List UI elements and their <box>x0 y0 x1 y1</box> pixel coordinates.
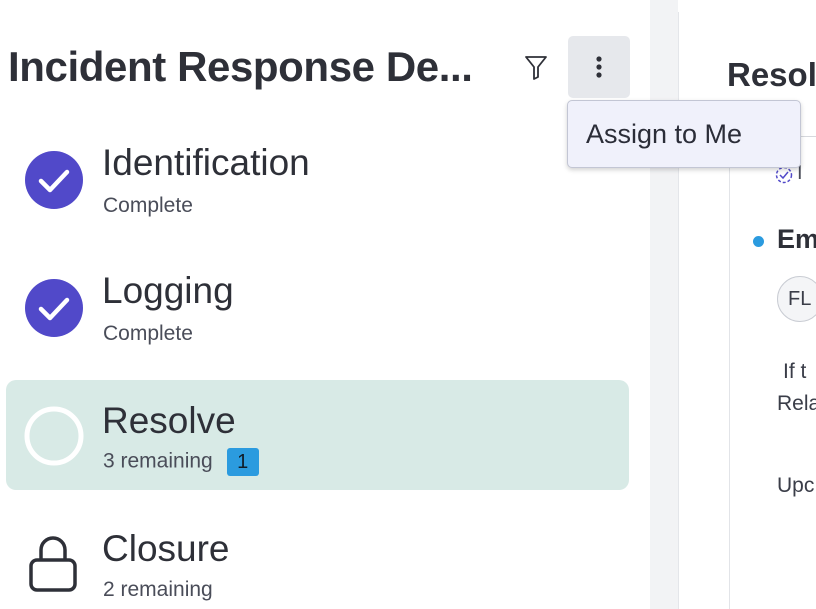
step-label: Identification <box>102 142 310 183</box>
page-title: Incident Response De... <box>8 43 473 90</box>
assign-to-me-menu-item[interactable]: Assign to Me <box>567 100 801 168</box>
item-title[interactable]: Em <box>777 224 816 255</box>
lock-icon <box>29 536 77 592</box>
detail-text-line: Rela <box>777 392 816 415</box>
step-status-text: 3 remaining <box>103 449 213 473</box>
detail-text-line: If t <box>783 360 807 383</box>
unread-dot <box>753 236 764 247</box>
detail-inner-border <box>729 136 730 609</box>
step-logging[interactable]: Logging Complete <box>0 256 650 366</box>
step-label: Resolve <box>102 400 236 441</box>
step-status: Complete <box>103 322 193 345</box>
detail-title: Resol <box>727 56 816 93</box>
empty-circle-icon <box>24 406 84 466</box>
step-identification[interactable]: Identification Complete <box>0 128 650 238</box>
dashed-check-icon <box>775 166 793 184</box>
step-label: Logging <box>102 270 234 311</box>
step-status: 2 remaining <box>103 578 213 601</box>
step-closure[interactable]: Closure 2 remaining <box>0 508 650 609</box>
check-circle-icon <box>25 279 83 337</box>
step-count-badge: 1 <box>226 448 259 476</box>
more-options-button[interactable] <box>568 36 630 98</box>
steps-panel: Incident Response De... Assign to Me Ide… <box>0 0 801 609</box>
filter-icon <box>525 56 547 80</box>
step-label: Closure <box>102 528 230 569</box>
more-vertical-icon <box>596 56 602 78</box>
step-resolve[interactable]: Resolve 3 remaining 1 <box>6 380 629 490</box>
check-circle-icon <box>25 151 83 209</box>
panel-divider <box>650 0 678 609</box>
avatar[interactable]: FL <box>777 276 816 322</box>
filter-button[interactable] <box>520 52 552 84</box>
step-status: Complete <box>103 194 193 217</box>
detail-text-line: Upc <box>777 474 815 497</box>
step-status: 3 remaining 1 <box>103 448 259 476</box>
app-root: Incident Response De... Assign to Me Ide… <box>0 0 816 609</box>
